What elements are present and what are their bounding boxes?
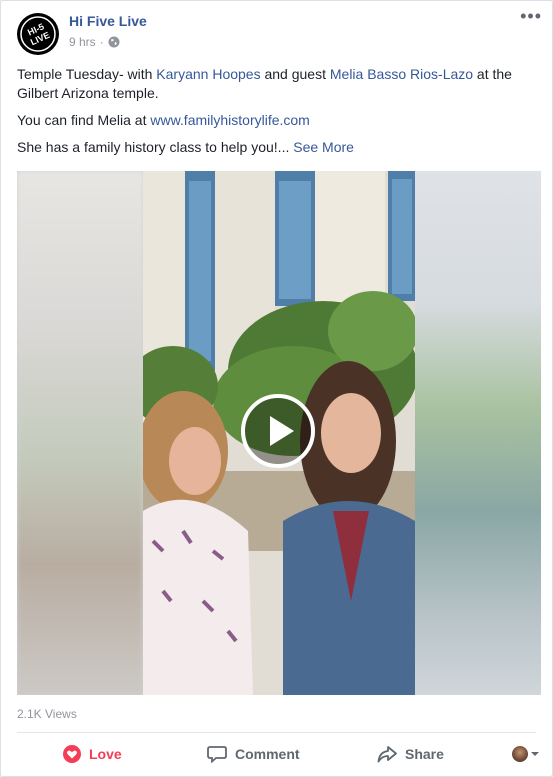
hi-5-live-logo-icon: HI-5 LIVE [18, 14, 58, 54]
text-segment: She has a family history class to help y… [17, 139, 294, 155]
post-card: HI-5 LIVE Hi Five Live 9 hrs · ••• Templ… [0, 0, 553, 777]
post-paragraph-1: Temple Tuesday- with Karyann Hoopes and … [17, 65, 537, 103]
video-blur-left [17, 171, 143, 695]
post-text: Temple Tuesday- with Karyann Hoopes and … [17, 65, 537, 165]
play-button[interactable] [241, 394, 315, 468]
comment-label: Comment [235, 746, 300, 762]
chevron-down-icon [531, 752, 539, 756]
video-blur-right [415, 171, 541, 695]
comment-button[interactable]: Comment [207, 745, 300, 763]
page-name-link[interactable]: Hi Five Live [69, 13, 147, 29]
post-paragraph-3: She has a family history class to help y… [17, 138, 537, 157]
comment-icon [207, 746, 227, 763]
tag-melia-basso-rios-lazo[interactable]: Melia Basso Rios-Lazo [330, 66, 473, 82]
action-bar: Love Comment Share [17, 738, 540, 770]
share-button[interactable]: Share [377, 745, 444, 763]
play-icon [270, 416, 294, 446]
love-label: Love [89, 746, 122, 762]
share-label: Share [405, 746, 444, 762]
text-segment: and guest [260, 66, 330, 82]
page-avatar[interactable]: HI-5 LIVE [17, 13, 59, 55]
tag-karyann-hoopes[interactable]: Karyann Hoopes [156, 66, 260, 82]
post-timestamp[interactable]: 9 hrs [69, 35, 96, 49]
love-button[interactable]: Love [63, 745, 122, 763]
meta-separator: · [99, 35, 104, 49]
actions-divider [17, 732, 536, 733]
reaction-selector[interactable] [512, 746, 540, 762]
share-icon [377, 746, 397, 763]
view-count[interactable]: 2.1K Views [17, 707, 77, 721]
post-options-button[interactable]: ••• [520, 7, 542, 25]
post-paragraph-2: You can find Melia at www.familyhistoryl… [17, 111, 537, 130]
text-segment: Temple Tuesday- with [17, 66, 157, 82]
text-segment: You can find Melia at [17, 112, 151, 128]
video-player[interactable] [17, 171, 541, 695]
post-meta: 9 hrs · [69, 35, 120, 49]
website-link[interactable]: www.familyhistorylife.com [150, 112, 309, 128]
see-more-link[interactable]: See More [293, 139, 354, 155]
heart-icon [63, 745, 81, 763]
globe-icon[interactable] [108, 36, 120, 48]
viewer-avatar [512, 746, 528, 762]
